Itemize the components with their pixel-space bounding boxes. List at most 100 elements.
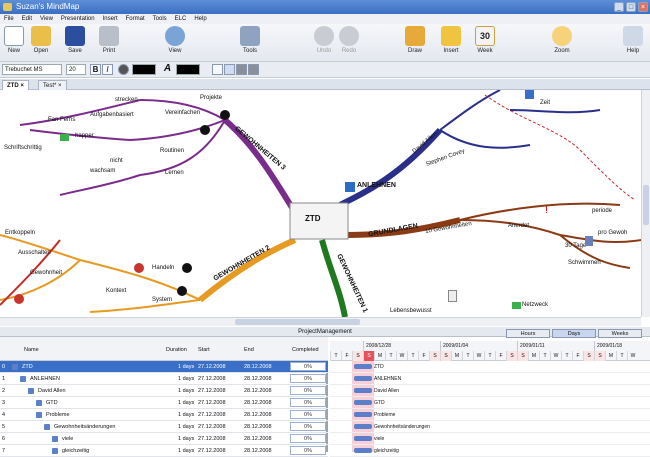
align-right-button[interactable] [236,64,247,75]
task-end[interactable]: 28.12.2008 [244,409,272,421]
task-completed[interactable]: 0% [290,386,326,395]
menu-insert[interactable]: Insert [103,14,118,24]
menu-help[interactable]: Help [194,14,206,24]
print-button[interactable]: Print [98,26,120,54]
gantt-bar[interactable] [354,424,372,429]
view-button[interactable]: View [164,26,186,54]
node-label[interactable]: Entkoppeln [5,230,35,236]
fill-color-button[interactable] [118,64,129,75]
node-label[interactable]: nicht [110,158,123,164]
task-node-icon[interactable] [12,364,18,370]
task-completed[interactable]: 0% [290,398,326,407]
gantt-row[interactable]: David Allen [330,385,650,397]
task-name[interactable]: gleichzeitig [62,445,89,457]
col-duration[interactable]: Duration [166,347,187,353]
task-end[interactable]: 28.12.2008 [244,433,272,445]
node-label[interactable]: Schwimmen [568,260,601,266]
menu-elc[interactable]: ELC [175,14,187,24]
vertical-scrollbar[interactable] [641,90,650,317]
node-label[interactable]: Zeit [540,100,550,106]
task-duration[interactable]: 1 days [178,373,194,385]
align-justify-button[interactable] [248,64,259,75]
tab-ztd[interactable]: ZTD × [2,80,29,90]
task-name[interactable]: David Allen [38,385,66,397]
days-button[interactable]: Days [552,329,596,338]
node-label[interactable]: Fan Ferris [48,117,75,123]
node-label[interactable]: periode [592,208,612,214]
gantt-bar[interactable] [354,376,372,381]
font-size-select[interactable]: 20 [66,64,86,75]
task-name[interactable]: ZTD [22,361,33,373]
task-duration[interactable]: 1 days [178,361,194,373]
task-end[interactable]: 28.12.2008 [244,373,272,385]
task-name[interactable]: Gewohnheitsänderungen [54,421,115,433]
branch-label-anlehnen[interactable]: ANLEHNEN [357,182,396,189]
menu-tools[interactable]: Tools [153,14,167,24]
gantt-bar[interactable] [354,436,372,441]
task-duration[interactable]: 1 days [178,445,194,457]
gantt-row[interactable]: Gewohnheitsänderungen [330,421,650,433]
center-node-label[interactable]: ZTD [305,214,321,223]
task-name[interactable]: ANLEHNEN [30,373,60,385]
task-completed[interactable]: 0% [290,362,326,371]
horizontal-scroll-thumb[interactable] [235,319,360,325]
task-row[interactable]: 0 ZTD 1 days 27.12.2008 28.12.2008 0% [0,361,328,373]
open-button[interactable]: Open [30,26,52,54]
col-completed[interactable]: Completed [292,347,319,353]
weeks-button[interactable]: Weeks [598,329,642,338]
gantt-bar[interactable] [354,412,372,417]
bold-button[interactable]: B [90,64,101,75]
task-end[interactable]: 28.12.2008 [244,397,272,409]
task-duration[interactable]: 1 days [178,397,194,409]
task-start[interactable]: 27.12.2008 [198,397,226,409]
undo-button[interactable]: Undo [313,26,335,54]
node-label[interactable]: Gewohnheit [30,270,62,276]
col-end[interactable]: End [244,347,254,353]
node-label[interactable]: Lernen [165,170,184,176]
week-button[interactable]: 30 Week [474,26,496,54]
task-row[interactable]: 7 gleichzeitig 1 days 27.12.2008 28.12.2008 0… [0,445,328,457]
task-node-icon[interactable] [52,448,58,454]
insert-button[interactable]: Insert [440,26,462,54]
vertical-scroll-thumb[interactable] [643,185,649,225]
task-end[interactable]: 28.12.2008 [244,361,272,373]
task-completed[interactable]: 0% [290,434,326,443]
tools-button[interactable]: Tools [238,26,262,54]
node-label[interactable]: Routinen [160,148,184,154]
task-duration[interactable]: 1 days [178,385,194,397]
task-node-icon[interactable] [36,412,42,418]
task-duration[interactable]: 1 days [178,409,194,421]
task-node-icon[interactable] [52,436,58,442]
menu-file[interactable]: File [4,14,14,24]
task-row[interactable]: 1 ANLEHNEN 1 days 27.12.2008 28.12.2008 0% [0,373,328,385]
task-node-icon[interactable] [44,424,50,430]
gantt-bar[interactable] [354,364,372,369]
node-label[interactable]: Aufgabenbasiert [90,112,134,118]
horizontal-scrollbar[interactable] [0,317,641,326]
mindmap-canvas[interactable]: ZTD GEWOHNHEITEN 3 ANLEHNEN GRUNDLAGEN G… [0,90,641,317]
menu-format[interactable]: Format [126,14,145,24]
task-name[interactable]: viele [62,433,73,445]
node-label[interactable]: 30 Tage [565,243,586,249]
node-label[interactable]: Netzweck [522,302,548,308]
task-start[interactable]: 27.12.2008 [198,421,226,433]
align-center-button[interactable] [224,64,235,75]
node-label[interactable]: Projekte [200,95,222,101]
task-end[interactable]: 28.12.2008 [244,421,272,433]
gantt-row[interactable]: Probleme [330,409,650,421]
fill-color-swatch[interactable] [132,64,156,75]
task-row[interactable]: 5 Gewohnheitsänderungen 1 days 27.12.2008 28… [0,421,328,433]
task-node-icon[interactable] [28,388,34,394]
task-start[interactable]: 27.12.2008 [198,361,226,373]
task-start[interactable]: 27.12.2008 [198,433,226,445]
node-label[interactable]: Handeln [152,265,174,271]
maximize-button[interactable]: □ [626,2,636,12]
task-name[interactable]: Probleme [46,409,70,421]
node-label[interactable]: Ausschalten [18,250,51,256]
gantt-bar[interactable] [354,400,372,405]
task-row[interactable]: 6 viele 1 days 27.12.2008 28.12.2008 0% [0,433,328,445]
task-start[interactable]: 27.12.2008 [198,385,226,397]
draw-button[interactable]: Draw [404,26,426,54]
italic-button[interactable]: I [102,64,113,75]
col-start[interactable]: Start [198,347,210,353]
